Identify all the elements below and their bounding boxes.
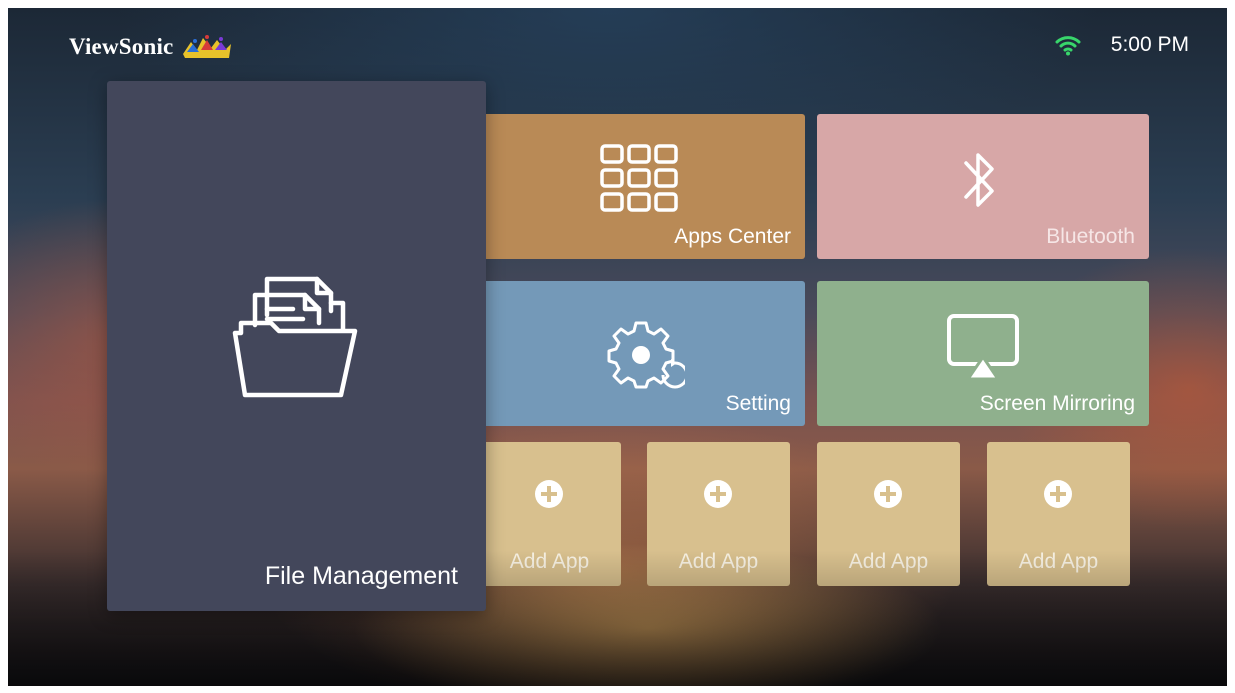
tile-add-app[interactable]: Add App: [987, 442, 1130, 586]
tile-bluetooth[interactable]: Bluetooth: [817, 114, 1149, 259]
tile-add-app[interactable]: Add App: [817, 442, 960, 586]
tile-apps-center[interactable]: Apps Center: [483, 114, 805, 259]
tile-label: Add App: [678, 550, 759, 573]
brand-name: ViewSonic: [69, 34, 174, 59]
viewsonic-birds-logo: [183, 35, 232, 58]
tile-add-app[interactable]: Add App: [478, 442, 621, 586]
plus-circle-icon: [1044, 480, 1072, 508]
plus-circle-icon: [535, 480, 563, 508]
folder-documents-icon: [232, 276, 358, 398]
tile-label: Add App: [848, 550, 929, 573]
plus-circle-icon: [704, 480, 732, 508]
tile-label: Add App: [1018, 550, 1099, 573]
tile-screen-mirroring[interactable]: Screen Mirroring: [817, 281, 1149, 426]
bluetooth-icon: [964, 153, 994, 207]
status-bar: 5:00 PM: [1055, 33, 1189, 57]
tile-file-management[interactable]: File Management: [107, 81, 486, 611]
tile-label: Apps Center: [674, 225, 791, 248]
wifi-icon: [1055, 36, 1081, 56]
screen-mirroring-icon: [947, 314, 1019, 381]
tile-label: Bluetooth: [1046, 225, 1135, 248]
apps-grid-icon: [600, 144, 678, 212]
gear-icon: [607, 321, 685, 389]
tile-label: Setting: [725, 392, 791, 415]
plus-circle-icon: [874, 480, 902, 508]
tile-add-app[interactable]: Add App: [647, 442, 790, 586]
clock: 5:00 PM: [1110, 33, 1189, 56]
tile-setting[interactable]: Setting: [483, 281, 805, 426]
brand-logo: ViewSonic: [69, 32, 233, 62]
tile-label: Screen Mirroring: [979, 392, 1135, 415]
tile-label: Add App: [509, 550, 590, 573]
home-screen: ViewSonic 5:00 PM Apps Center Bluetooth …: [8, 8, 1227, 686]
tile-label: File Management: [264, 562, 458, 590]
